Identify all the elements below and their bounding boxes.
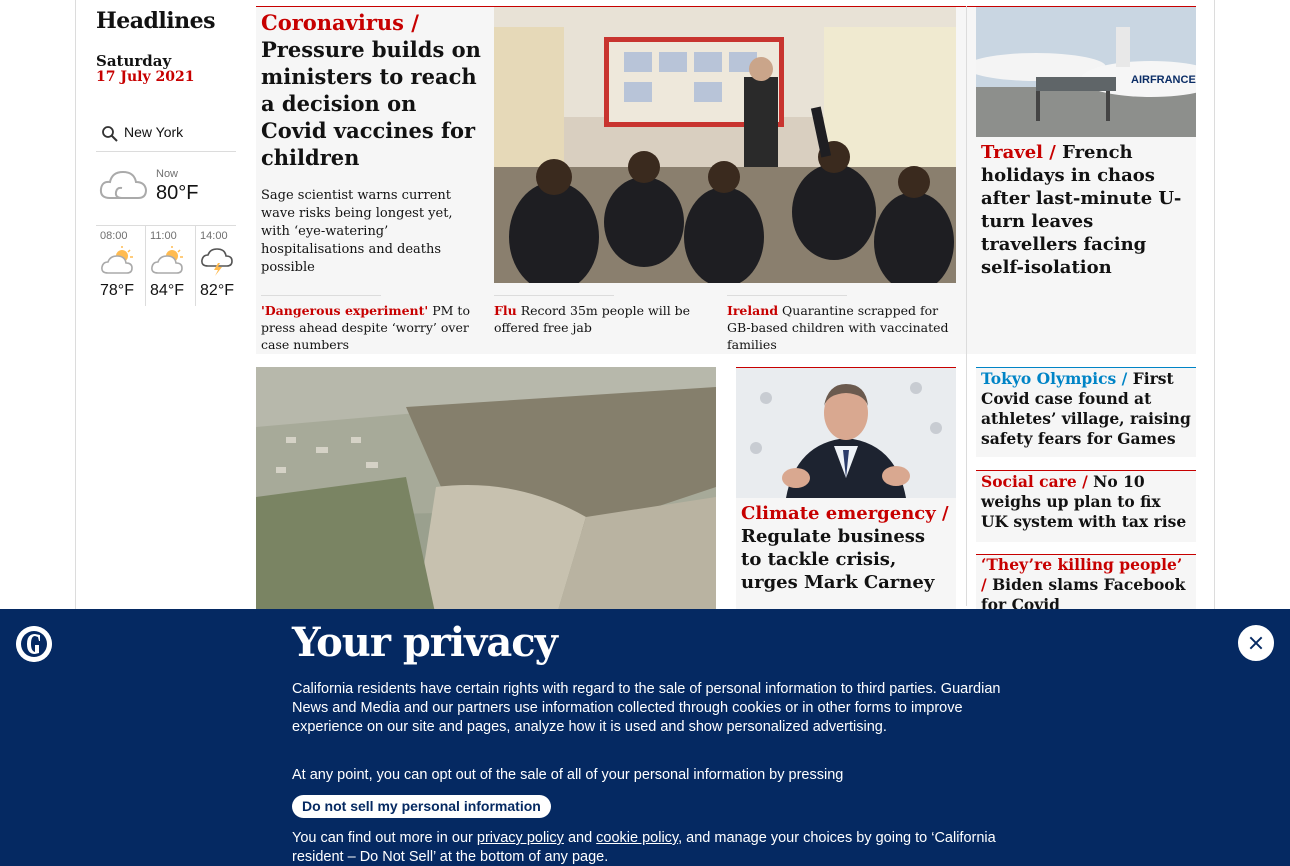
p3-text-a: You can find out more in our (292, 830, 473, 846)
partly-cloudy-icon (151, 246, 184, 274)
travel-story[interactable]: AIRFRANCE Travel / French holidays in ch… (976, 6, 1196, 354)
now-label: Now (156, 168, 179, 180)
weather-location[interactable]: New York (96, 120, 236, 152)
forecast-slot: 14:00 82°F (196, 226, 246, 306)
side-story-2[interactable]: Social care / No 10 weighs up plan to fi… (976, 470, 1196, 542)
forecast-slot: 08:00 78°F (96, 226, 147, 306)
privacy-paragraph-2: At any point, you can opt out of the sal… (292, 767, 844, 783)
airplane-photo: AIRFRANCE (976, 7, 1196, 137)
sub-divider (494, 295, 614, 296)
column-divider (966, 6, 967, 606)
partly-cloudy-icon (101, 246, 133, 274)
lead-sub-1[interactable]: 'Dangerous experiment' PM to press ahead… (261, 295, 471, 353)
travel-headline[interactable]: Travel / French holidays in chaos after … (981, 141, 1191, 279)
sub-kicker: Ireland (727, 303, 779, 318)
privacy-paragraph-3: You can find out more in our privacy pol… (292, 829, 1002, 866)
sub-kicker: Flu (494, 303, 517, 318)
cloud-icon (99, 170, 148, 199)
sub-divider (261, 295, 381, 296)
section-title: Headlines (96, 8, 216, 34)
lead-standfirst: Sage scientist warns current wave risks … (261, 188, 453, 275)
airline-text: AIRFRANCE (1131, 74, 1196, 86)
privacy-paragraph-1: California residents have certain rights… (292, 681, 1001, 735)
weather-forecast: 08:00 78°F 11:00 84°F 14:00 82°F (96, 226, 246, 311)
climate-headline-text: Regulate business to tackle crisis, urge… (741, 526, 935, 593)
privacy-policy-link[interactable]: privacy policy (477, 830, 564, 846)
climate-story[interactable]: Climate emergency / Regulate business to… (736, 367, 956, 617)
lead-sub-2[interactable]: Flu Record 35m people will be offered fr… (494, 295, 694, 336)
forecast-time: 08:00 (100, 230, 128, 242)
guardian-logo-icon[interactable] (16, 626, 52, 662)
climate-kicker: Climate emergency / (741, 503, 949, 524)
forecast-temp: 78°F (100, 282, 134, 299)
sub-kicker: 'Dangerous experiment' (261, 303, 429, 318)
climate-headline[interactable]: Climate emergency / Regulate business to… (741, 502, 951, 594)
thunder-icon (201, 248, 233, 276)
mark-carney-photo (736, 368, 956, 498)
sub-divider (727, 295, 847, 296)
p3-text-b: and (567, 830, 593, 846)
side-kicker: Tokyo Olympics / (981, 369, 1128, 388)
lead-kicker: Coronavirus / (261, 10, 419, 35)
lead-headline[interactable]: Coronavirus / Pressure builds on ministe… (261, 9, 486, 171)
sub-text: Record 35m people will be offered free j… (494, 303, 691, 335)
weather-now: Now 80°F (96, 156, 236, 226)
cookie-policy-link[interactable]: cookie policy (596, 830, 678, 846)
side-headline[interactable]: Social care / No 10 weighs up plan to fi… (981, 472, 1191, 532)
side-headline[interactable]: Tokyo Olympics / First Covid case found … (981, 369, 1191, 449)
flood-photo[interactable] (256, 367, 716, 617)
forecast-slot: 11:00 84°F (146, 226, 197, 306)
forecast-time: 14:00 (200, 230, 228, 242)
side-kicker: Social care / (981, 472, 1088, 491)
search-icon (102, 126, 118, 142)
forecast-time: 11:00 (150, 230, 177, 242)
privacy-title: Your privacy (292, 619, 558, 666)
lead-sub-3[interactable]: Ireland Quarantine scrapped for GB-based… (727, 295, 952, 353)
now-temperature: 80°F (156, 182, 199, 204)
lead-headline-text: Pressure builds on ministers to reach a … (261, 37, 481, 170)
classroom-photo (494, 7, 956, 283)
privacy-banner: Your privacy California residents have c… (0, 609, 1290, 866)
location-name: New York (124, 124, 184, 140)
forecast-temp: 82°F (200, 282, 234, 299)
side-story-3[interactable]: ‘They’re killing people’ / Biden slams F… (976, 554, 1196, 634)
do-not-sell-button[interactable]: Do not sell my personal information (292, 795, 551, 818)
current-date: 17 July 2021 (96, 69, 195, 85)
close-icon[interactable] (1238, 625, 1274, 661)
left-column: Headlines Saturday 17 July 2021 New York… (96, 8, 241, 306)
side-story-1[interactable]: Tokyo Olympics / First Covid case found … (976, 367, 1196, 457)
current-day: Saturday (96, 52, 172, 70)
travel-kicker: Travel / (981, 142, 1056, 163)
forecast-temp: 84°F (150, 282, 184, 299)
